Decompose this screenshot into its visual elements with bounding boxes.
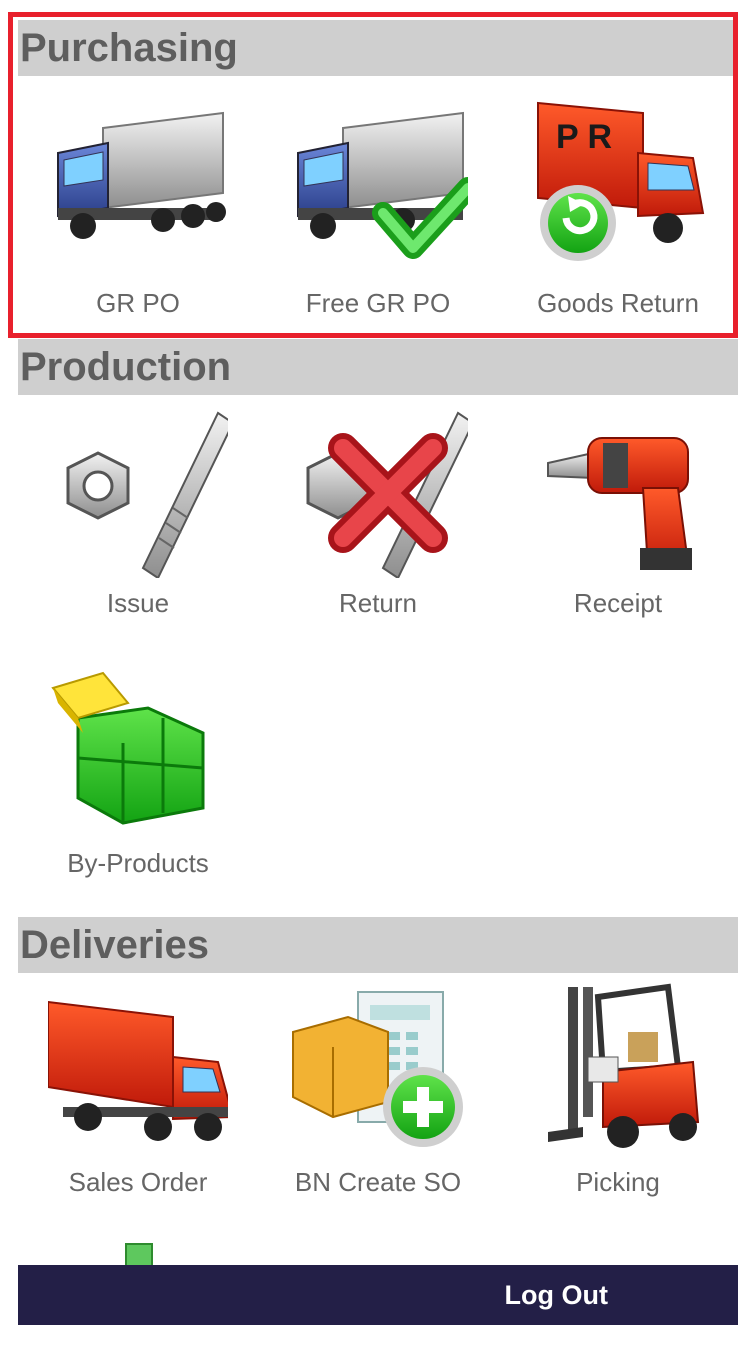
bolt-nut-icon xyxy=(66,411,228,578)
sales-order-tile[interactable]: Sales Order xyxy=(28,977,248,1237)
tile-label: Return xyxy=(338,588,418,618)
crate-add-icon xyxy=(292,991,463,1147)
tile-label: Picking xyxy=(576,1167,660,1197)
picking-tile[interactable]: Picking xyxy=(508,977,728,1237)
by-products-tile[interactable]: By-Products xyxy=(28,658,248,918)
red-truck-icon xyxy=(48,1000,228,1141)
logout-button[interactable]: Log Out xyxy=(18,1265,738,1325)
tile-label: Receipt xyxy=(573,588,663,618)
cubes-icon xyxy=(51,671,205,825)
bn-create-so-tile[interactable]: BN Create SO xyxy=(268,977,488,1237)
tile-label: BN Create SO xyxy=(294,1167,462,1197)
tile-label: Issue xyxy=(106,588,170,618)
return-tile[interactable]: Return xyxy=(268,398,488,658)
purchasing-highlight-box xyxy=(8,12,738,338)
section-header-production: Production xyxy=(18,339,738,395)
receipt-tile[interactable]: Receipt xyxy=(508,398,728,658)
issue-tile[interactable]: Issue xyxy=(28,398,248,658)
bolt-nut-cross-icon xyxy=(306,411,468,578)
drill-icon xyxy=(547,437,692,570)
section-header-deliveries: Deliveries xyxy=(18,917,738,973)
tile-label: By-Products xyxy=(67,848,209,878)
forklift-icon xyxy=(548,983,700,1148)
tile-label: Sales Order xyxy=(68,1167,208,1197)
